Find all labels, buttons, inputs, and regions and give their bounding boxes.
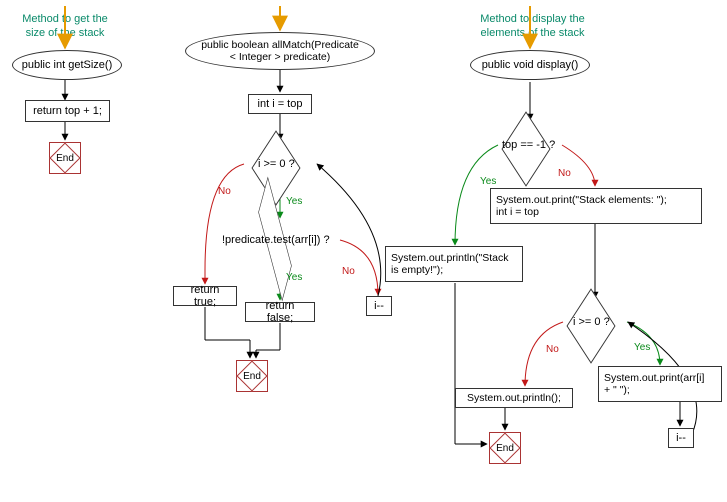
flow2-end: End (236, 360, 268, 392)
flow3-print-header: System.out.print("Stack elements: ");int… (490, 188, 702, 224)
yes-label: Yes (480, 176, 496, 187)
flow2-return-true: return true; (173, 286, 237, 306)
flow1-start-oval: public int getSize() (12, 50, 122, 80)
flow3-title: Method to display theelements of the sta… (470, 12, 595, 41)
end-label: End (489, 432, 521, 464)
no-label: No (342, 266, 355, 277)
no-label: No (218, 186, 231, 197)
yes-label: Yes (286, 196, 302, 207)
flow3-empty-rect: System.out.println("Stackis empty!"); (385, 246, 523, 282)
flow1-title: Method to get thesize of the stack (5, 12, 125, 41)
flow2-cond1-label: i >= 0 ? (258, 158, 295, 170)
flow3-dec: i-- (668, 428, 694, 448)
yes-label: Yes (286, 272, 302, 283)
no-label: No (546, 344, 559, 355)
flow1-end: End (49, 142, 81, 174)
flow3-start-oval: public void display() (470, 50, 590, 80)
flow2-init-rect: int i = top (248, 94, 312, 114)
flow3-cond1-label: top == -1 ? (502, 139, 555, 151)
flow2-return-false: return false; (245, 302, 315, 322)
no-label: No (558, 168, 571, 179)
flow3-cond2-label: i >= 0 ? (573, 316, 610, 328)
flow2-start-oval: public boolean allMatch(Predicate< Integ… (185, 32, 375, 70)
flow3-print-elem: System.out.print(arr[i]+ " "); (598, 366, 722, 402)
yes-label: Yes (634, 342, 650, 353)
end-label: End (236, 360, 268, 392)
flow2-cond2-label: !predicate.test(arr[i]) ? (222, 234, 330, 246)
flow3-end: End (489, 432, 521, 464)
flow1-step-rect: return top + 1; (25, 100, 110, 122)
flow2-dec-rect: i-- (366, 296, 392, 316)
end-label: End (49, 142, 81, 174)
flow3-println: System.out.println(); (455, 388, 573, 408)
